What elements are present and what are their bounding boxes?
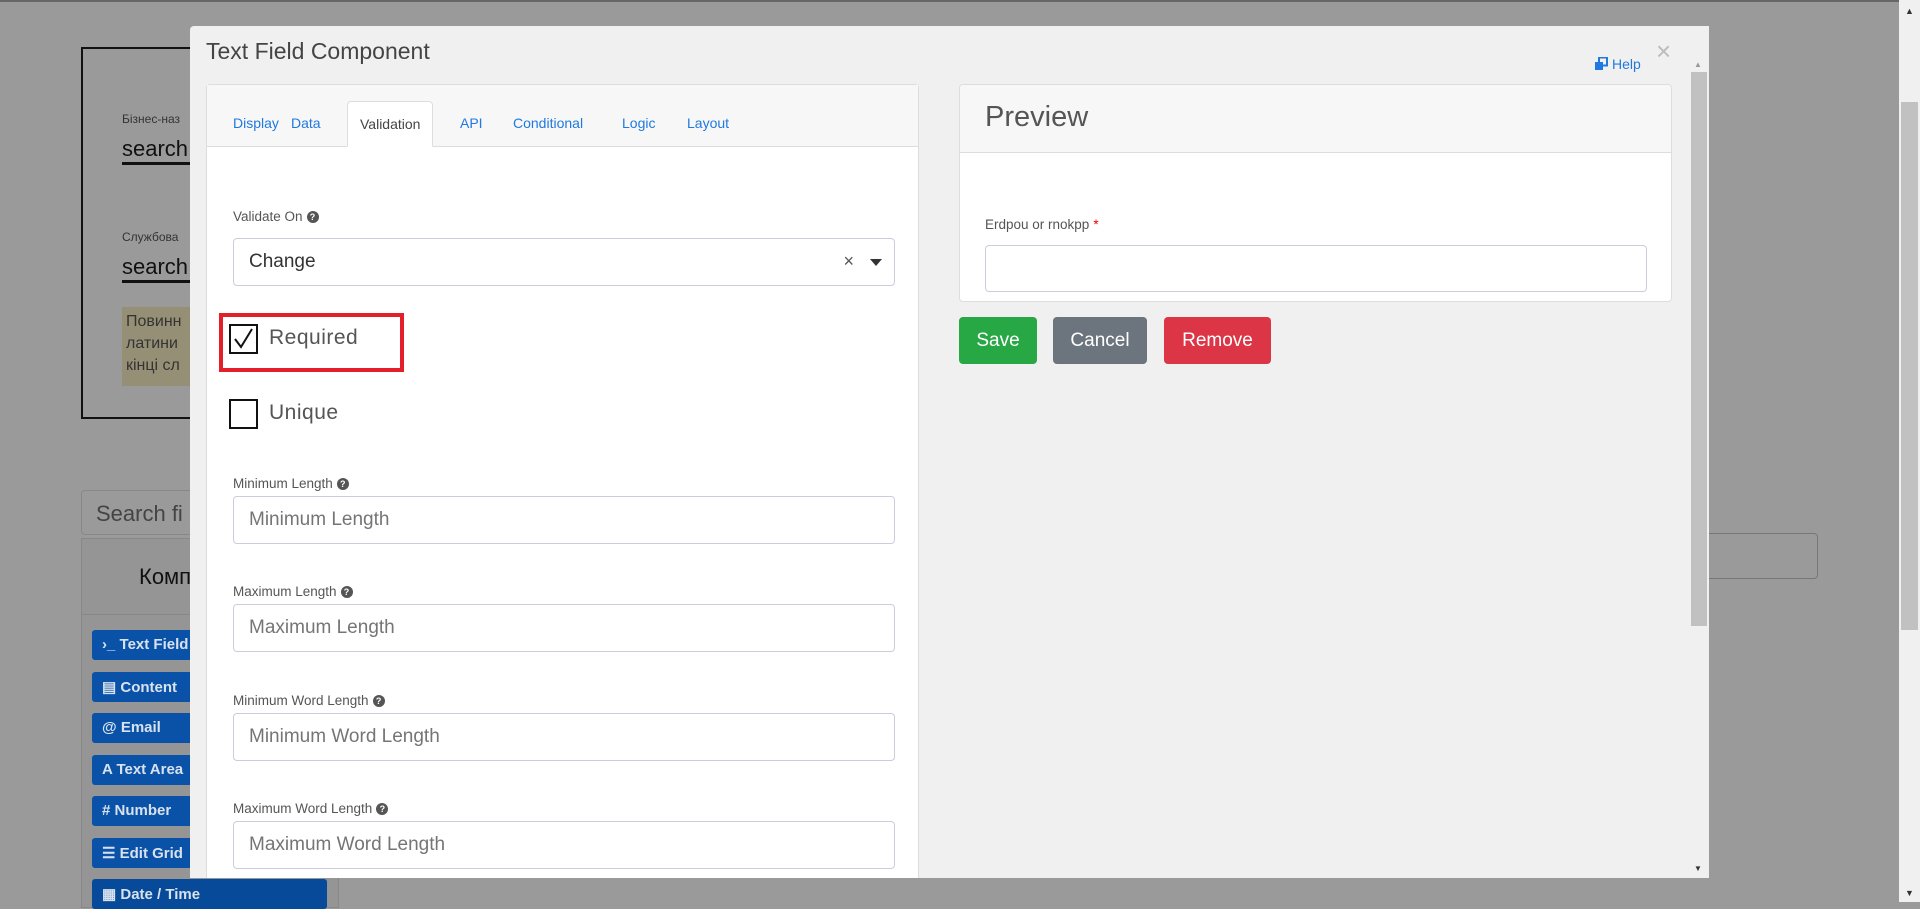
component-label: Text Field xyxy=(119,636,189,653)
question-icon: ? xyxy=(372,694,385,707)
required-checkbox[interactable] xyxy=(229,324,258,354)
text-field-component-modal: Text Field Component Help × Display Data V… xyxy=(190,26,1709,878)
background-search-field: Search fi xyxy=(81,490,201,535)
question-icon: ? xyxy=(376,802,389,815)
maximum-word-length-label: Maximum Word Length? xyxy=(233,801,389,816)
required-asterisk: * xyxy=(1093,217,1099,232)
font-icon: A xyxy=(102,760,113,778)
preview-field-label-text: Erdpou or rnokpp xyxy=(985,217,1090,232)
unique-label[interactable]: Unique xyxy=(269,401,339,425)
close-button[interactable]: × xyxy=(1656,36,1671,67)
tab-bar: Display Data Validation API Conditional Logic… xyxy=(207,85,918,147)
tab-data[interactable]: Data xyxy=(291,101,321,147)
browser-top-border xyxy=(0,0,1920,2)
external-link-icon xyxy=(1595,57,1608,70)
minimum-word-length-label-text: Minimum Word Length xyxy=(233,693,369,708)
page-scroll-up-icon[interactable]: ▲ xyxy=(1905,6,1914,16)
tab-conditional[interactable]: Conditional xyxy=(513,101,583,147)
component-label: Text Area xyxy=(116,760,184,778)
unique-checkbox[interactable] xyxy=(229,399,258,429)
at-icon: @ xyxy=(102,719,117,736)
page-scrollbar-thumb[interactable] xyxy=(1901,102,1918,630)
component-label: Number xyxy=(114,802,172,819)
minimum-word-length-label: Minimum Word Length? xyxy=(233,693,385,708)
component-label: Date / Time xyxy=(120,886,201,903)
terminal-icon: ›_ xyxy=(102,636,116,653)
service-label: Службова xyxy=(122,230,179,244)
minimum-word-length-input[interactable] xyxy=(233,713,895,761)
business-name-label: Бізнес-наз xyxy=(122,112,181,126)
component-label: Email xyxy=(120,719,161,736)
calendar-icon: ▦ xyxy=(102,886,117,903)
scroll-down-icon[interactable]: ▼ xyxy=(1694,864,1702,873)
preview-field-label: Erdpou or rnokpp * xyxy=(985,217,1099,232)
caret-down-icon[interactable] xyxy=(870,259,882,266)
validate-on-text: Validate On xyxy=(233,209,303,224)
component-button: ▦ Date / Time xyxy=(92,879,327,909)
modal-scrollbar-thumb[interactable] xyxy=(1691,72,1707,626)
question-icon: ? xyxy=(306,210,319,223)
validate-on-value: Change xyxy=(249,251,316,272)
page-scroll-down-icon[interactable]: ▼ xyxy=(1905,888,1914,898)
modal-title: Text Field Component xyxy=(206,38,430,64)
maximum-word-length-input[interactable] xyxy=(233,821,895,869)
preview-title: Preview xyxy=(960,85,1671,153)
minimum-length-label-text: Minimum Length xyxy=(233,476,333,491)
question-icon: ? xyxy=(340,585,353,598)
required-label[interactable]: Required xyxy=(269,326,358,350)
maximum-word-length-label-text: Maximum Word Length xyxy=(233,801,373,816)
preview-panel: Preview Erdpou or rnokpp * xyxy=(959,84,1672,302)
clear-icon[interactable]: × xyxy=(843,251,854,272)
tab-api[interactable]: API xyxy=(460,101,483,147)
component-label: Content xyxy=(120,678,178,696)
maximum-length-input[interactable] xyxy=(233,604,895,652)
background-right-field xyxy=(1700,533,1818,579)
minimum-length-input[interactable] xyxy=(233,496,895,544)
save-button[interactable]: Save xyxy=(959,317,1037,364)
hashtag-icon: # xyxy=(102,802,111,819)
remove-button[interactable]: Remove xyxy=(1164,317,1271,364)
settings-panel: Display Data Validation API Conditional Logic… xyxy=(206,84,919,878)
preview-field-input[interactable] xyxy=(985,245,1647,292)
checkmark-icon xyxy=(234,328,253,349)
validate-on-select[interactable]: Change × xyxy=(233,238,895,286)
help-label: Help xyxy=(1612,56,1641,72)
maximum-length-label: Maximum Length? xyxy=(233,584,353,599)
minimum-length-label: Minimum Length? xyxy=(233,476,349,491)
tab-layout[interactable]: Layout xyxy=(687,101,729,147)
html5-icon: ▤ xyxy=(102,678,117,696)
component-label: Edit Grid xyxy=(119,844,183,862)
question-icon: ? xyxy=(336,477,349,490)
tab-logic[interactable]: Logic xyxy=(622,101,655,147)
validate-on-label: Validate On? xyxy=(233,209,319,224)
help-link[interactable]: Help xyxy=(1594,56,1641,72)
cancel-button[interactable]: Cancel xyxy=(1053,317,1147,364)
tab-display[interactable]: Display xyxy=(233,101,279,147)
maximum-length-label-text: Maximum Length xyxy=(233,584,337,599)
scroll-up-icon[interactable]: ▲ xyxy=(1694,60,1702,69)
list-icon: ☰ xyxy=(102,844,116,862)
tab-validation[interactable]: Validation xyxy=(347,101,434,147)
